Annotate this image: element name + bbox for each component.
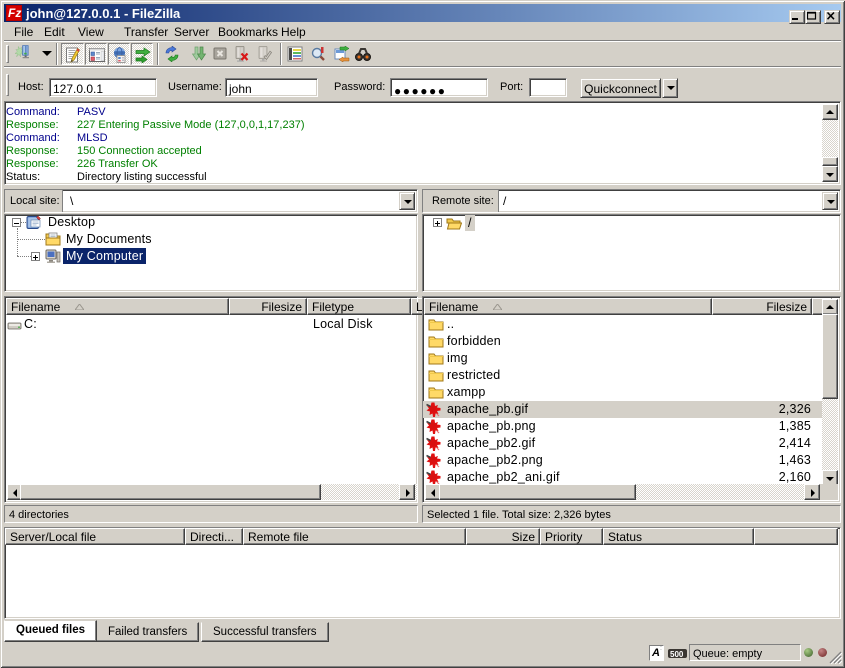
svg-text:Fz: Fz	[8, 6, 21, 20]
